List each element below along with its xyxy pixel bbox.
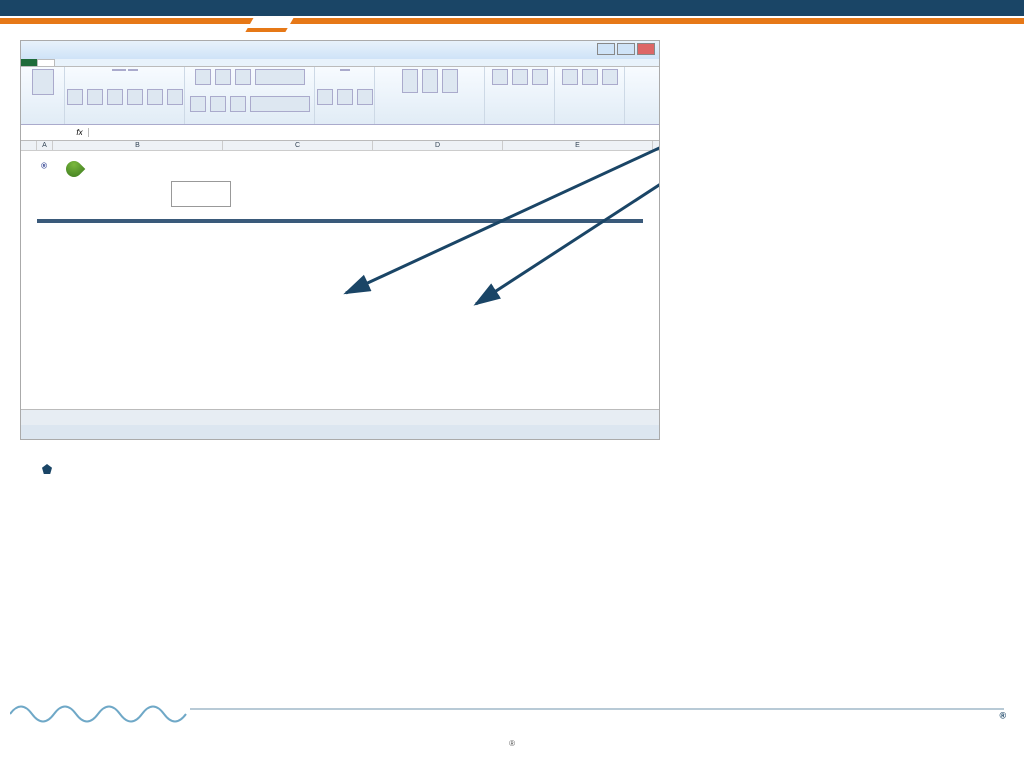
- align-icon[interactable]: [230, 96, 246, 112]
- language-select[interactable]: [171, 181, 231, 207]
- right-column: [680, 40, 1004, 458]
- logo-row: ®: [21, 155, 659, 179]
- formula-bar: fx: [21, 125, 659, 141]
- format-as-table-icon[interactable]: [422, 69, 438, 93]
- minimize-icon[interactable]: [597, 43, 615, 55]
- insert-cells-icon[interactable]: [492, 69, 508, 85]
- slide-title: [0, 0, 1024, 16]
- fx-icon[interactable]: fx: [71, 128, 89, 137]
- footer: ® ®: [0, 696, 1024, 768]
- comma-icon[interactable]: [357, 89, 373, 105]
- close-icon[interactable]: [637, 43, 655, 55]
- tab-review[interactable]: [119, 59, 135, 66]
- language-block: [21, 179, 659, 209]
- autosum-icon[interactable]: [562, 69, 578, 85]
- align-icon[interactable]: [195, 69, 211, 85]
- column-headers: ABCDE: [21, 141, 659, 151]
- sheet-tabs: [21, 409, 659, 425]
- sort-filter-icon[interactable]: [582, 69, 598, 85]
- footer-center: ®: [0, 739, 1024, 754]
- find-select-icon[interactable]: [602, 69, 618, 85]
- cell-styles-icon[interactable]: [442, 69, 458, 93]
- window-controls[interactable]: [597, 43, 655, 55]
- border-icon[interactable]: [127, 89, 143, 105]
- currency-icon[interactable]: [317, 89, 333, 105]
- align-icon[interactable]: [235, 69, 251, 85]
- accent-bar: [0, 18, 1024, 24]
- fill-icon[interactable]: [147, 89, 163, 105]
- tab-insert[interactable]: [55, 59, 71, 66]
- leaf-icon: [63, 158, 86, 181]
- font-size-select[interactable]: [128, 69, 138, 71]
- bullet-icon: [42, 464, 52, 474]
- format-cells-icon[interactable]: [532, 69, 548, 85]
- font-color-icon[interactable]: [167, 89, 183, 105]
- triquint-logo: ®: [999, 709, 1006, 750]
- tab-home[interactable]: [37, 59, 55, 66]
- align-icon[interactable]: [210, 96, 226, 112]
- bold-icon[interactable]: [67, 89, 83, 105]
- font-name-select[interactable]: [112, 69, 126, 71]
- tab-file[interactable]: [21, 59, 37, 66]
- conditional-formatting-icon[interactable]: [402, 69, 418, 93]
- footer-tagline: ®: [0, 739, 1024, 754]
- tab-formulas[interactable]: [87, 59, 103, 66]
- paste-icon[interactable]: [32, 69, 54, 95]
- percent-icon[interactable]: [337, 89, 353, 105]
- excel-window-titlebar: [21, 41, 659, 59]
- footer-rule: [190, 708, 1004, 710]
- underline-icon[interactable]: [107, 89, 123, 105]
- ribbon-tabs: [21, 59, 659, 67]
- status-bar: [21, 425, 659, 439]
- tab-page-layout[interactable]: [71, 59, 87, 66]
- delete-cells-icon[interactable]: [512, 69, 528, 85]
- tab-view[interactable]: [135, 59, 151, 66]
- tab-data[interactable]: [103, 59, 119, 66]
- eicc-logo: ®: [41, 161, 48, 177]
- wave-icon: [10, 699, 190, 734]
- merge-center-button[interactable]: [250, 96, 310, 112]
- excel-screenshot: fx ABCDE ®: [20, 40, 660, 440]
- maximize-icon[interactable]: [617, 43, 635, 55]
- worksheet-area: ABCDE ®: [21, 141, 659, 401]
- number-format-select[interactable]: [340, 69, 350, 71]
- wrap-text-button[interactable]: [255, 69, 305, 85]
- gesi-logo: [66, 161, 86, 177]
- section-header: [37, 219, 643, 223]
- align-icon[interactable]: [190, 96, 206, 112]
- ribbon: [21, 67, 659, 125]
- italic-icon[interactable]: [87, 89, 103, 105]
- align-icon[interactable]: [215, 69, 231, 85]
